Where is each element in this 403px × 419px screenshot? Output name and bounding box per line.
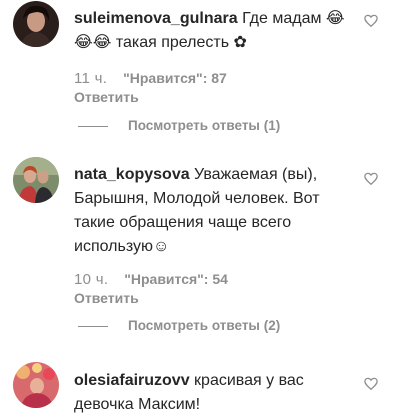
like-heart-icon[interactable] [364,172,378,186]
comment-text: olesiafairuzovv красивая у вас девочка М… [74,369,352,417]
avatar-image [13,1,59,47]
avatar-image [13,157,59,203]
comment-text: suleimenova_gulnara Где мадам 😂😂😂 такая … [74,7,352,55]
reply-button[interactable]: Ответить [74,88,139,106]
avatar[interactable] [13,362,59,408]
view-replies-label: Посмотреть ответы (2) [128,318,281,333]
view-replies-button[interactable]: Посмотреть ответы (1) [74,117,280,135]
comment-meta: 10 ч. "Нравится": 54 [74,270,228,289]
divider-line [78,125,108,127]
like-heart-icon[interactable] [364,14,378,28]
avatar-image [13,362,59,408]
username-link[interactable]: suleimenova_gulnara [74,10,238,27]
divider-line [78,325,108,327]
view-replies-button[interactable]: Посмотреть ответы (2) [74,317,280,335]
comment-time: 10 ч. [74,271,109,288]
avatar[interactable] [13,157,59,203]
reply-button[interactable]: Ответить [74,289,139,307]
username-link[interactable]: olesiafairuzovv [74,372,190,389]
comment-meta: 11 ч. "Нравится": 87 [74,69,227,88]
view-replies-label: Посмотреть ответы (1) [128,118,281,133]
avatar[interactable] [13,1,59,47]
comment-time: 11 ч. [74,70,108,87]
username-link[interactable]: nata_kopysova [74,166,190,183]
likes-count[interactable]: "Нравится": 54 [124,271,228,287]
comment-text: nata_kopysova Уважаемая (вы), Барышня, М… [74,163,352,259]
like-heart-icon[interactable] [364,377,378,391]
likes-count[interactable]: "Нравится": 87 [123,70,227,86]
